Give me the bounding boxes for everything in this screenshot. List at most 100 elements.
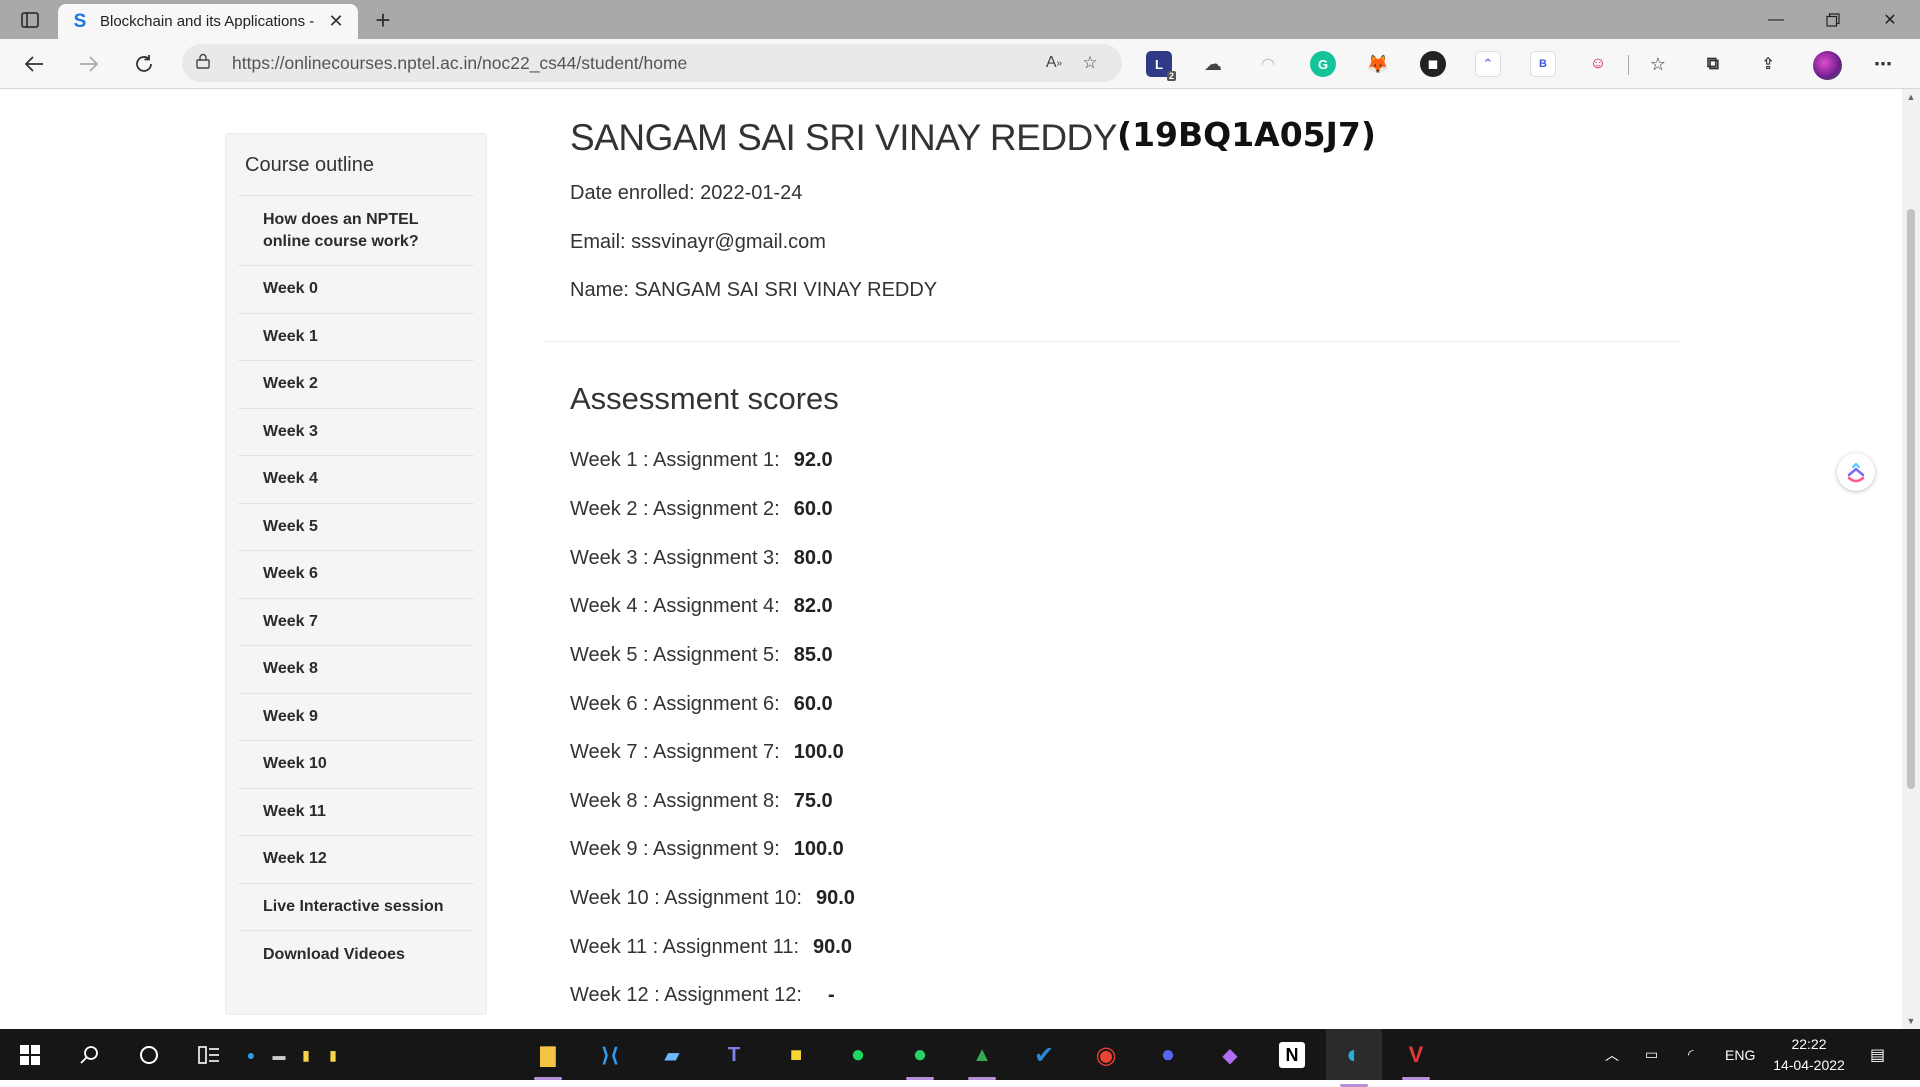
lock-icon[interactable] bbox=[196, 53, 218, 73]
sticky-note-2-icon[interactable]: ▮ bbox=[322, 1037, 344, 1073]
discord-icon[interactable]: ● bbox=[1150, 1037, 1186, 1073]
scrollbar-thumb[interactable] bbox=[1907, 209, 1915, 789]
restore-icon[interactable] bbox=[1805, 0, 1861, 39]
sidebar-item-week-1[interactable]: Week 1 bbox=[238, 314, 474, 361]
windows-start-icon[interactable] bbox=[12, 1037, 48, 1073]
address-bar[interactable]: https://onlinecourses.nptel.ac.in/noc22_… bbox=[182, 44, 1122, 82]
score-value: 90.0 bbox=[813, 936, 852, 958]
browser-tab-active[interactable]: S Blockchain and its Applications - ✕ bbox=[58, 4, 358, 39]
score-row: Week 8 : Assignment 8: 75.0 bbox=[570, 790, 833, 813]
score-label: Week 5 : Assignment 5: bbox=[570, 644, 780, 666]
search-icon[interactable] bbox=[71, 1037, 107, 1073]
taskbar-clock[interactable]: 22:22 14-04-2022 bbox=[1764, 1034, 1854, 1076]
score-label: Week 8 : Assignment 8: bbox=[570, 790, 780, 812]
score-value: 75.0 bbox=[793, 790, 833, 812]
wifi-icon[interactable]: ◜ bbox=[1688, 1029, 1693, 1080]
refresh-icon[interactable] bbox=[127, 48, 161, 80]
tab-actions-icon[interactable] bbox=[14, 8, 46, 32]
score-row: Week 7 : Assignment 7: 100.0 bbox=[570, 741, 844, 764]
dark-extension-icon[interactable]: ◼ bbox=[1420, 51, 1446, 77]
sidebar-item-week-0[interactable]: Week 0 bbox=[238, 266, 474, 314]
b-extension-icon[interactable]: B bbox=[1530, 51, 1556, 77]
battery-icon[interactable]: ▭ bbox=[1645, 1029, 1658, 1080]
vivaldi-icon[interactable]: V bbox=[1398, 1037, 1434, 1080]
score-value: 90.0 bbox=[815, 887, 855, 909]
page-content: Course outline How does an NPTEL online … bbox=[0, 89, 1920, 1029]
sticky-notes-app-icon[interactable]: ■ bbox=[778, 1037, 814, 1073]
close-window-icon[interactable]: ✕ bbox=[1862, 0, 1918, 39]
clickup-app-icon[interactable]: ◆ bbox=[1212, 1037, 1248, 1073]
student-roll-number: (19BQ1A05J7) bbox=[1117, 115, 1376, 154]
scroll-up-icon[interactable]: ▲ bbox=[1902, 89, 1920, 105]
vscode-icon[interactable]: ⟩⟨ bbox=[592, 1037, 628, 1073]
whatsapp-icon[interactable]: ● bbox=[902, 1037, 938, 1080]
notification-icon[interactable]: ▤ bbox=[1870, 1029, 1885, 1080]
sidebar-item-week-9[interactable]: Week 9 bbox=[238, 694, 474, 741]
score-label: Week 11 : Assignment 11: bbox=[570, 936, 800, 958]
avatar-extension-icon[interactable]: ☺ bbox=[1585, 51, 1611, 77]
add-favorite-icon[interactable]: ☆ bbox=[1072, 48, 1108, 78]
profile-avatar[interactable] bbox=[1813, 51, 1842, 80]
score-label: Week 9 : Assignment 9: bbox=[570, 838, 780, 860]
metamask-icon[interactable]: 🦊 bbox=[1365, 51, 1391, 77]
notion-icon[interactable]: N bbox=[1279, 1042, 1305, 1068]
clickup-floating-button[interactable] bbox=[1837, 453, 1875, 491]
score-value: 100.0 bbox=[793, 741, 844, 763]
spotify-icon[interactable]: ● bbox=[840, 1037, 876, 1073]
sidebar-title: Course outline bbox=[245, 154, 374, 176]
sidebar-item-live-session[interactable]: Live Interactive session bbox=[238, 884, 474, 931]
task-view-icon[interactable] bbox=[191, 1037, 227, 1073]
favorites-icon[interactable]: ☆ bbox=[1645, 51, 1671, 77]
cortana-icon[interactable] bbox=[131, 1037, 167, 1073]
score-row: Week 1 : Assignment 1: 92.0 bbox=[570, 449, 833, 472]
close-icon[interactable]: ✕ bbox=[326, 11, 346, 32]
store-icon[interactable]: ▰ bbox=[654, 1037, 690, 1073]
share-icon[interactable]: ⇪ bbox=[1755, 51, 1781, 77]
sidebar-item-week-10[interactable]: Week 10 bbox=[238, 741, 474, 789]
google-drive-icon[interactable]: ▲ bbox=[964, 1037, 1000, 1080]
sidebar-item-download-videos[interactable]: Download Videoes bbox=[238, 931, 474, 979]
forward-icon[interactable] bbox=[72, 48, 106, 80]
score-value: 60.0 bbox=[793, 498, 833, 520]
chevron-up-icon[interactable]: ︿ bbox=[1605, 1029, 1619, 1080]
sidebar-item-week-6[interactable]: Week 6 bbox=[238, 551, 474, 599]
clickup-extension-icon[interactable]: ⌃ bbox=[1475, 51, 1501, 77]
back-icon[interactable] bbox=[17, 48, 51, 80]
sidebar-item-how-it-works[interactable]: How does an NPTEL online course work? bbox=[238, 196, 474, 266]
tray-app-icon[interactable]: ▬ bbox=[268, 1037, 290, 1073]
tab-title: Blockchain and its Applications - bbox=[100, 13, 315, 30]
page-scrollbar[interactable]: ▲ ▼ bbox=[1902, 89, 1920, 1029]
sticky-note-icon[interactable]: ▮ bbox=[295, 1037, 317, 1073]
s-favicon-icon: S bbox=[73, 10, 87, 32]
extension-badge-icon[interactable]: L2 bbox=[1146, 51, 1176, 81]
sidebar-item-week-4[interactable]: Week 4 bbox=[238, 456, 474, 504]
collections-icon[interactable]: ⧉ bbox=[1700, 51, 1726, 77]
chrome-icon[interactable]: ◉ bbox=[1088, 1037, 1124, 1073]
sidebar-item-week-5[interactable]: Week 5 bbox=[238, 504, 474, 551]
browser-toolbar: https://onlinecourses.nptel.ac.in/noc22_… bbox=[0, 39, 1920, 89]
sidebar-item-week-8[interactable]: Week 8 bbox=[238, 646, 474, 694]
file-explorer-icon[interactable]: ▇ bbox=[530, 1037, 566, 1080]
telegram-icon[interactable]: ● bbox=[240, 1037, 262, 1073]
edge-icon[interactable]: ◐ bbox=[1326, 1029, 1382, 1087]
grammarly-icon[interactable]: G bbox=[1310, 51, 1336, 77]
sidebar-item-week-12[interactable]: Week 12 bbox=[238, 836, 474, 884]
scroll-down-icon[interactable]: ▼ bbox=[1902, 1013, 1920, 1029]
read-aloud-icon[interactable]: A» bbox=[1036, 48, 1072, 78]
date-enrolled: Date enrolled: 2022-01-24 bbox=[570, 182, 803, 204]
plus-icon[interactable]: + bbox=[368, 5, 398, 35]
language-indicator[interactable]: ENG bbox=[1725, 1029, 1755, 1080]
sidebar-item-week-11[interactable]: Week 11 bbox=[238, 789, 474, 836]
url-text[interactable]: https://onlinecourses.nptel.ac.in/noc22_… bbox=[232, 53, 1036, 74]
teams-icon[interactable]: T bbox=[716, 1037, 752, 1073]
todo-icon[interactable]: ✔ bbox=[1026, 1037, 1062, 1073]
sidebar-item-week-3[interactable]: Week 3 bbox=[238, 409, 474, 456]
more-icon[interactable]: ⋯ bbox=[1870, 51, 1896, 77]
rainbow-extension-icon[interactable]: ◠ bbox=[1255, 51, 1281, 77]
cloud-icon[interactable]: ☁ bbox=[1200, 51, 1226, 77]
sidebar-item-week-7[interactable]: Week 7 bbox=[238, 599, 474, 646]
score-row: Week 2 : Assignment 2: 60.0 bbox=[570, 498, 833, 521]
section-divider bbox=[545, 341, 1680, 342]
minimize-icon[interactable]: — bbox=[1748, 0, 1804, 39]
sidebar-item-week-2[interactable]: Week 2 bbox=[238, 361, 474, 409]
